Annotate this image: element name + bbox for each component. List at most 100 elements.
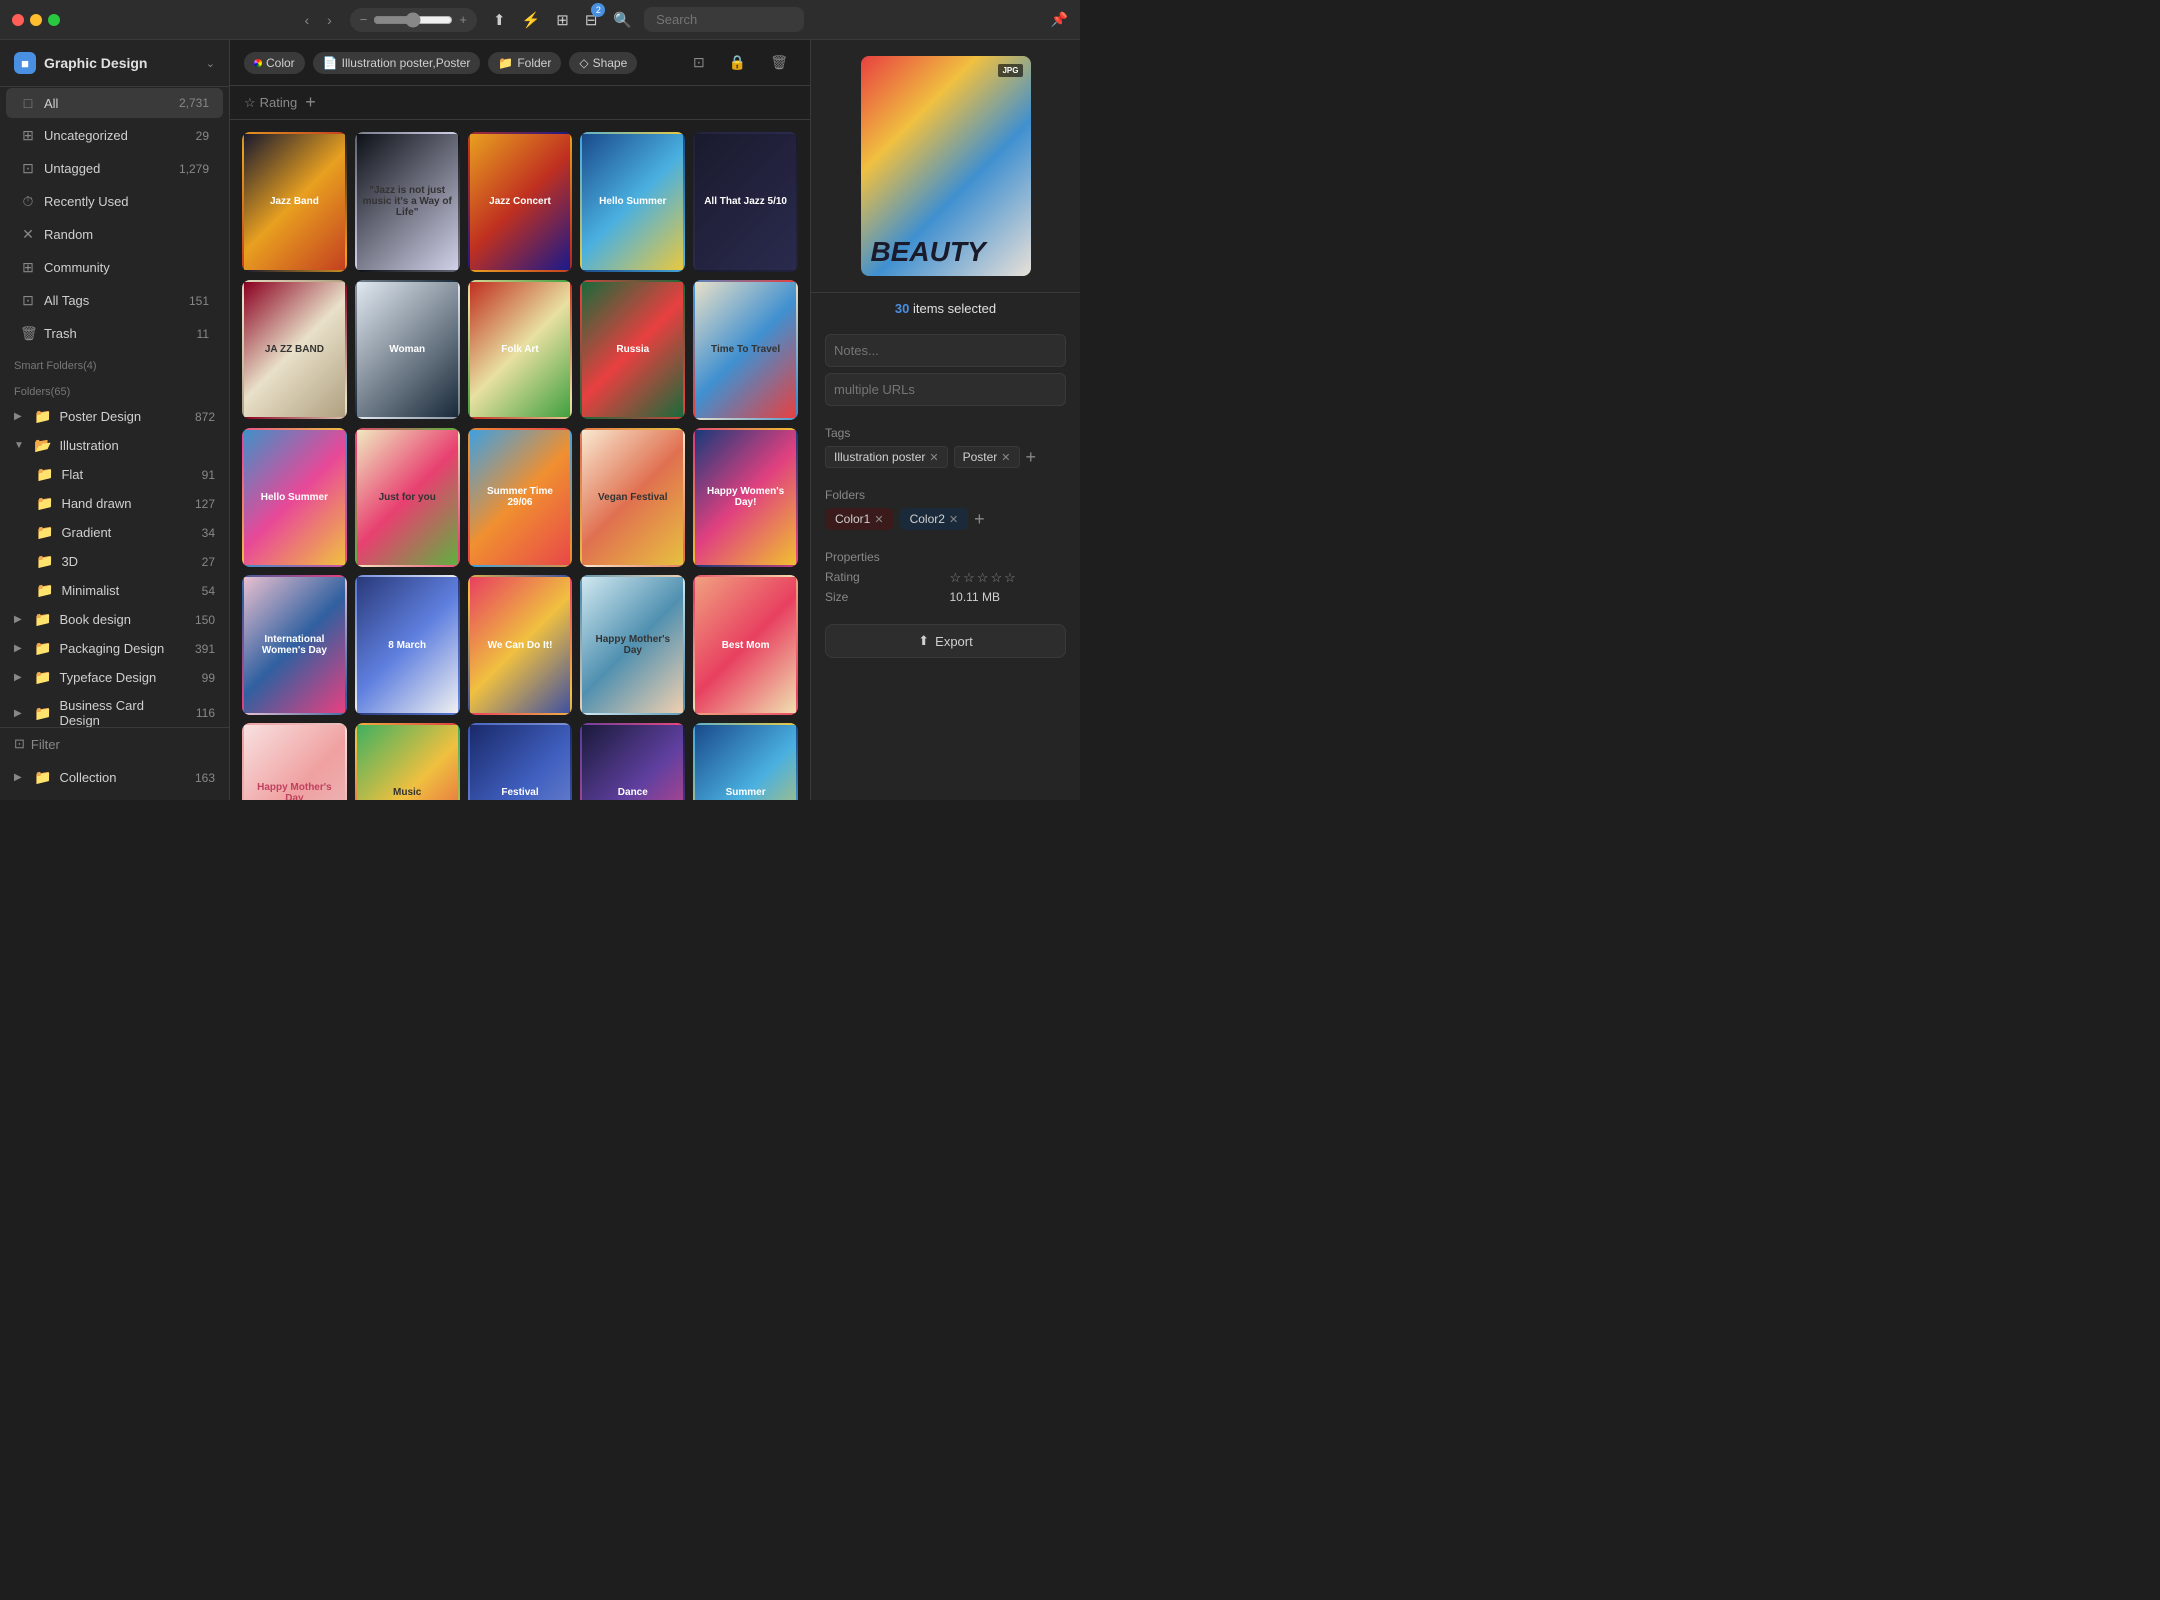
folder-minimalist[interactable]: 📁 Minimalist 54 bbox=[0, 576, 229, 605]
sidebar-item-community[interactable]: ⊞ Community bbox=[6, 252, 223, 283]
sidebar-item-uncategorized[interactable]: ⊞ Uncategorized 29 bbox=[6, 120, 223, 151]
remove-folder-icon[interactable]: ✕ bbox=[949, 513, 958, 526]
folder-illustration[interactable]: ▼ 📂 Illustration bbox=[0, 431, 229, 460]
grid-item[interactable]: Happy Mother's Day bbox=[242, 723, 347, 800]
grid-item[interactable]: Just for you bbox=[355, 428, 460, 568]
zoom-control: − + bbox=[350, 8, 477, 32]
filter-button[interactable]: ⊡ Filter bbox=[14, 736, 60, 752]
tag-chip-folder[interactable]: 📁 Folder bbox=[488, 52, 561, 74]
expand-icon: ▶ bbox=[14, 772, 26, 783]
grid-item[interactable]: 8 March bbox=[355, 575, 460, 715]
remove-tag-icon[interactable]: ✕ bbox=[929, 451, 938, 464]
bolt-icon[interactable]: ⚡ bbox=[518, 7, 545, 33]
sidebar-item-recently-used[interactable]: ⏱ Recently Used bbox=[6, 186, 223, 217]
grid-item[interactable]: Summer Time 29/06 bbox=[468, 428, 573, 568]
remove-folder-icon[interactable]: ✕ bbox=[874, 513, 883, 526]
grid-item[interactable]: All That Jazz 5/10 bbox=[693, 132, 798, 272]
zoom-slider[interactable] bbox=[373, 12, 453, 28]
maximize-button[interactable] bbox=[48, 14, 60, 26]
folder-flat[interactable]: 📁 Flat 91 bbox=[0, 460, 229, 489]
minimize-button[interactable] bbox=[30, 14, 42, 26]
grid-item[interactable]: We Can Do It! bbox=[468, 575, 573, 715]
grid-item[interactable]: Best Mom bbox=[693, 575, 798, 715]
sidebar-item-random[interactable]: ✕ Random bbox=[6, 219, 223, 250]
grid-item[interactable]: Russia bbox=[580, 280, 685, 420]
grid-item[interactable]: International Women's Day bbox=[242, 575, 347, 715]
add-tag-button[interactable]: + bbox=[1026, 447, 1037, 468]
delete-action[interactable]: 🗑 bbox=[762, 50, 796, 75]
folder-3d[interactable]: 📁 3D 27 bbox=[0, 547, 229, 576]
pin-button[interactable]: 📌 bbox=[1051, 11, 1068, 28]
folder-gradient[interactable]: 📁 Gradient 34 bbox=[0, 518, 229, 547]
folder-collection[interactable]: ▶ 📁 Collection 163 bbox=[0, 763, 229, 792]
close-button[interactable] bbox=[12, 14, 24, 26]
grid-item[interactable]: Hello Summer bbox=[580, 132, 685, 272]
grid-item[interactable]: Festival bbox=[468, 723, 573, 800]
zoom-minus-icon[interactable]: − bbox=[360, 12, 368, 27]
grid-item[interactable]: Dance bbox=[580, 723, 685, 800]
add-folder-button[interactable]: + bbox=[974, 509, 985, 530]
remove-tag-icon[interactable]: ✕ bbox=[1001, 451, 1010, 464]
folders-panel-label: Folders bbox=[825, 488, 1066, 502]
grid-item[interactable]: Hello Summer bbox=[242, 428, 347, 568]
grid-item[interactable]: JA ZZ BAND bbox=[242, 280, 347, 420]
upload-icon[interactable]: ⬆ bbox=[489, 7, 510, 33]
folder-icon: 📁 bbox=[34, 669, 51, 686]
sidebar-item-all-tags[interactable]: ⊡ All Tags 151 bbox=[6, 285, 223, 316]
search-icon[interactable]: 🔍 bbox=[609, 7, 636, 33]
folder-color2[interactable]: Color2 ✕ bbox=[900, 508, 969, 530]
folder-color1[interactable]: Color1 ✕ bbox=[825, 508, 894, 530]
filter-icon[interactable]: ⊟ 2 bbox=[581, 7, 602, 33]
grid-item-image: 8 March bbox=[357, 577, 458, 713]
grid-item[interactable]: Happy Women's Day! bbox=[693, 428, 798, 568]
grid-item[interactable]: Happy Mother's Day bbox=[580, 575, 685, 715]
forward-button[interactable]: › bbox=[321, 8, 338, 32]
color-dot bbox=[254, 59, 262, 67]
grid-item[interactable]: Woman bbox=[355, 280, 460, 420]
tag-illustration-poster[interactable]: Illustration poster ✕ bbox=[825, 446, 948, 468]
folder-winning[interactable]: ▶ 📁 Winning Entries 402 bbox=[0, 792, 229, 800]
grid-item[interactable]: Summer bbox=[693, 723, 798, 800]
sidebar-item-all[interactable]: □ All 2,731 bbox=[6, 88, 223, 118]
folder-packaging[interactable]: ▶ 📁 Packaging Design 391 bbox=[0, 634, 229, 663]
folder-poster-design[interactable]: ▶ 📁 Poster Design 872 bbox=[0, 402, 229, 431]
folder-typeface[interactable]: ▶ 📁 Typeface Design 99 bbox=[0, 663, 229, 692]
shape-chip-icon: ◇ bbox=[579, 56, 588, 70]
zoom-plus-icon[interactable]: + bbox=[459, 12, 467, 27]
grid-item[interactable]: "Jazz is not just music it's a Way of Li… bbox=[355, 132, 460, 272]
layout-icon[interactable]: ⊞ bbox=[552, 7, 573, 33]
grid-item[interactable]: Jazz Concert bbox=[468, 132, 573, 272]
grid-item[interactable]: Time To Travel bbox=[693, 280, 798, 420]
rating-stars[interactable]: ☆☆☆☆☆ bbox=[950, 570, 1067, 586]
tags-icon: ⊡ bbox=[20, 292, 36, 309]
grid-item[interactable]: Music bbox=[355, 723, 460, 800]
trash-icon: 🗑 bbox=[20, 325, 36, 342]
notes-input[interactable] bbox=[825, 334, 1066, 367]
tag-poster[interactable]: Poster ✕ bbox=[954, 446, 1020, 468]
tags-section: Tags Illustration poster ✕ Poster ✕ + bbox=[811, 416, 1080, 478]
folder-icon: 📁 bbox=[34, 640, 51, 657]
grid-item-image: Happy Mother's Day bbox=[582, 577, 683, 713]
add-filter-button[interactable]: + bbox=[305, 92, 316, 113]
back-button[interactable]: ‹ bbox=[298, 8, 315, 32]
grid-item[interactable]: Folk Art bbox=[468, 280, 573, 420]
tag-chip-shape[interactable]: ◇ Shape bbox=[569, 52, 637, 74]
properties-section: Properties Rating ☆☆☆☆☆ Size 10.11 MB bbox=[811, 540, 1080, 614]
folder-book-design[interactable]: ▶ 📁 Book design 150 bbox=[0, 605, 229, 634]
folder-hand-drawn[interactable]: 📁 Hand drawn 127 bbox=[0, 489, 229, 518]
url-input[interactable] bbox=[825, 373, 1066, 406]
titlebar: ‹ › − + ⬆ ⚡ ⊞ ⊟ 2 🔍 📌 bbox=[0, 0, 1080, 40]
lock-action[interactable]: 🔒 bbox=[721, 50, 754, 75]
tag-chip-illustration[interactable]: 📄 Illustration poster,Poster bbox=[313, 52, 481, 74]
export-button[interactable]: ⬆ Export bbox=[825, 624, 1066, 658]
folders-panel-section: Folders Color1 ✕ Color2 ✕ + bbox=[811, 478, 1080, 540]
search-input[interactable] bbox=[644, 7, 804, 32]
grid-item[interactable]: Vegan Festival bbox=[580, 428, 685, 568]
sidebar-item-untagged[interactable]: ⊡ Untagged 1,279 bbox=[6, 153, 223, 184]
rating-button[interactable]: ☆ Rating bbox=[244, 95, 297, 111]
grid-item[interactable]: Jazz Band bbox=[242, 132, 347, 272]
sidebar-item-trash[interactable]: 🗑 Trash 11 bbox=[6, 318, 223, 349]
archive-action[interactable]: ⊡ bbox=[685, 50, 713, 75]
color-chip[interactable]: Color bbox=[244, 52, 305, 74]
folder-chip-icon: 📁 bbox=[498, 56, 513, 70]
